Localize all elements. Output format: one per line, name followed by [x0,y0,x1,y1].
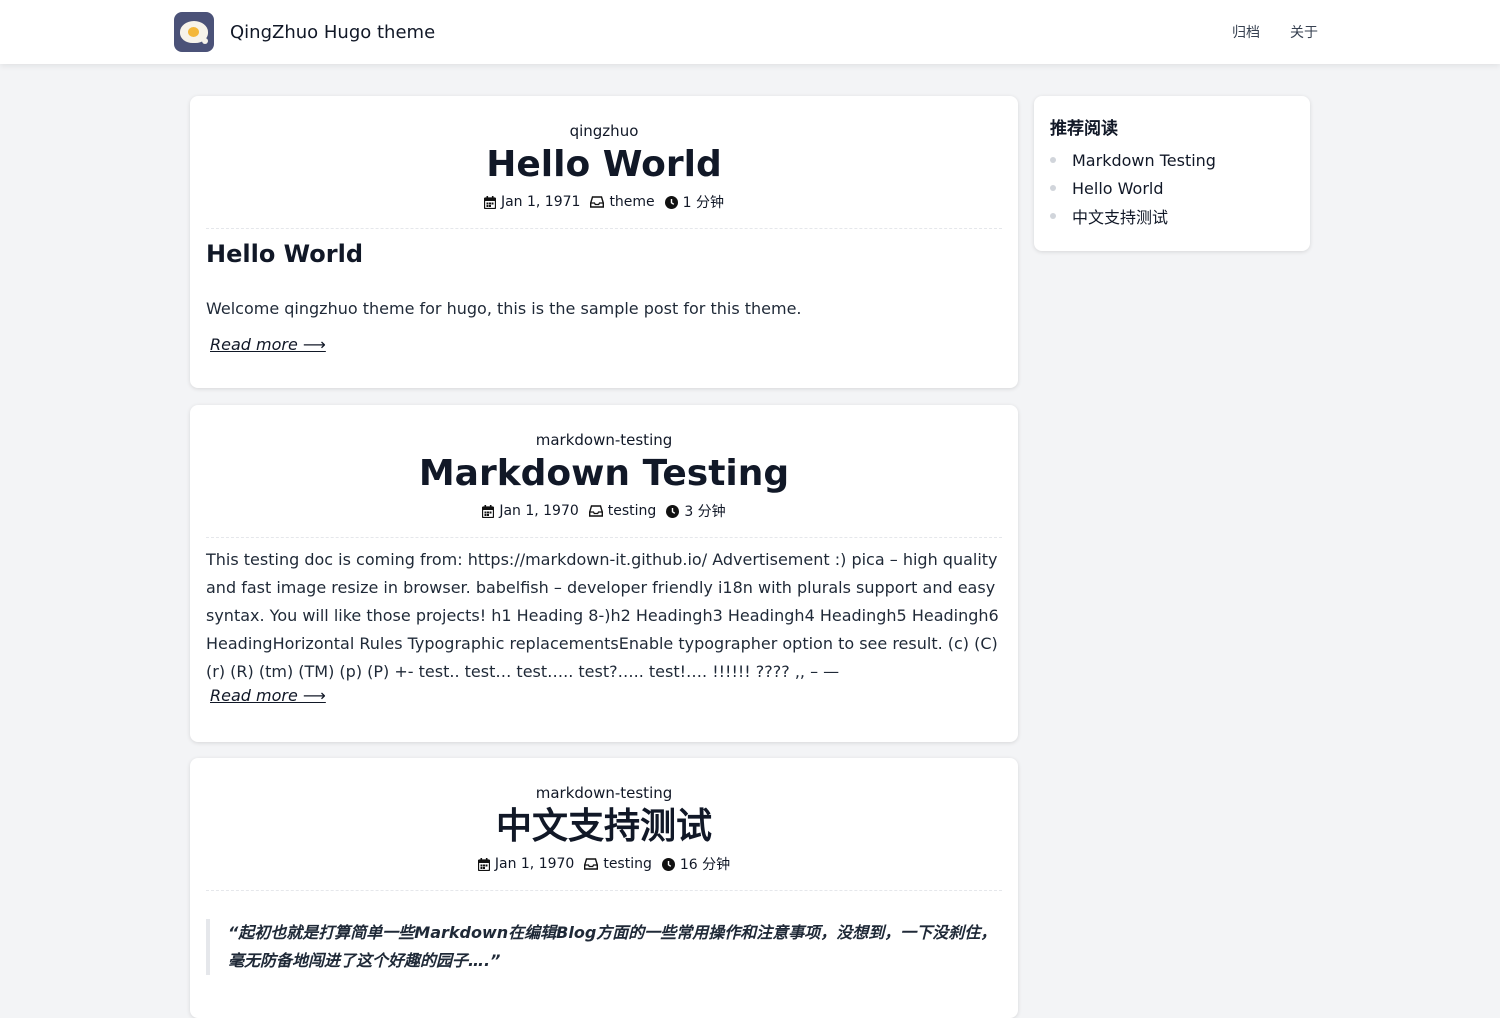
post-title[interactable]: 中文支持测试 [190,804,1018,850]
nav-item-archive[interactable]: 归档 [1232,22,1260,42]
post-card: qingzhuo Hello World Jan 1, 1971 theme 1… [190,96,1018,388]
post-date: Jan 1, 1971 [500,194,581,210]
site-logo-icon [174,12,214,52]
site-brand-link[interactable]: QingZhuo Hugo theme [174,12,435,52]
recommended-list: Markdown Testing Hello World 中文支持测试 [1050,146,1216,230]
clock-icon [664,195,678,209]
site-title: QingZhuo Hugo theme [230,21,436,43]
recommended-link[interactable]: 中文支持测试 [1072,204,1168,228]
post-title[interactable]: Hello World [190,142,1018,188]
nav-item-about[interactable]: 关于 [1290,22,1318,42]
bullet-icon [1050,157,1056,163]
post-meta: Jan 1, 1971 theme 1 分钟 [190,192,1018,212]
bullet-icon [1050,213,1056,219]
inbox-icon [590,196,605,208]
calendar-icon [483,195,496,209]
clock-icon [666,504,680,518]
post-heading: Hello World [206,240,364,268]
sidebar-title: 推荐阅读 [1050,119,1118,139]
post-meta: Jan 1, 1970 testing 3 分钟 [190,501,1018,521]
post-blockquote: “起初也就是打算简单一些Markdown在编辑Blog方面的一些常用操作和注意事… [206,919,1002,975]
calendar-icon [482,504,495,518]
post-divider [206,890,1002,891]
post-category[interactable]: testing [603,856,652,872]
bullet-icon [1050,185,1056,191]
recommended-link[interactable]: Hello World [1072,179,1164,198]
list-item: Markdown Testing [1050,146,1216,174]
post-card: markdown-testing 中文支持测试 Jan 1, 1970 test… [190,758,1018,1018]
clock-icon [661,857,675,871]
post-date: Jan 1, 1970 [499,503,579,519]
post-divider [206,228,1002,229]
calendar-icon [477,857,490,871]
post-card: markdown-testing Markdown Testing Jan 1,… [190,405,1018,742]
recommended-link[interactable]: Markdown Testing [1072,151,1216,170]
post-divider [206,537,1002,538]
read-more-link[interactable]: Read more ⟶ [210,686,326,705]
post-category[interactable]: testing [608,503,657,519]
inbox-icon [588,505,603,517]
list-item: Hello World [1050,174,1216,202]
post-author: qingzhuo [569,122,639,140]
recommended-reading-panel: 推荐阅读 Markdown Testing Hello World 中文支持测试 [1034,96,1310,251]
post-excerpt: This testing doc is coming from: https:/… [206,550,999,681]
post-author: markdown-testing [535,784,673,802]
post-author: markdown-testing [535,431,673,449]
post-reading-time: 1 分钟 [682,195,725,211]
site-header: QingZhuo Hugo theme 归档 关于 [0,0,1500,64]
read-more-link[interactable]: Read more ⟶ [210,335,326,354]
post-reading-time: 16 分钟 [679,857,731,873]
post-date: Jan 1, 1970 [494,856,575,872]
post-meta: Jan 1, 1970 testing 16 分钟 [190,854,1018,874]
post-title[interactable]: Markdown Testing [190,451,1018,497]
inbox-icon [584,858,599,870]
post-reading-time: 3 分钟 [684,504,726,520]
post-excerpt: Welcome qingzhuo theme for hugo, this is… [206,299,802,318]
list-item: 中文支持测试 [1050,202,1216,230]
post-category[interactable]: theme [609,194,654,210]
main-nav: 归档 关于 [1202,0,1318,64]
